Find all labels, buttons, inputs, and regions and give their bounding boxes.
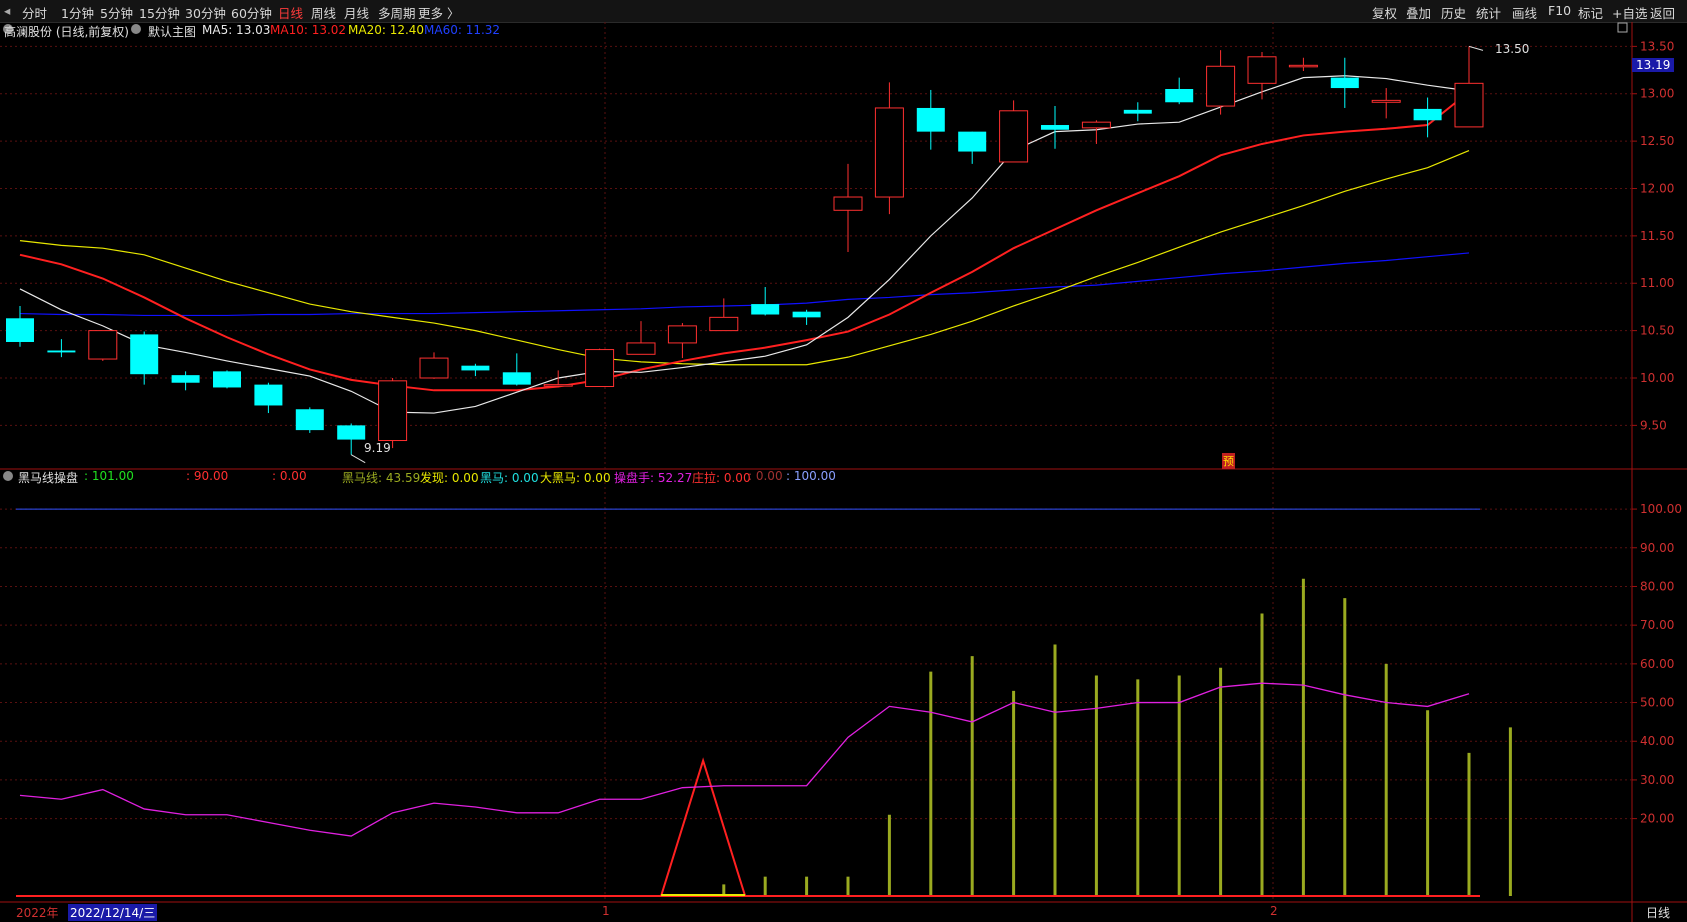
candle-body-down [502,372,531,385]
candle-body-up [626,342,656,355]
ma10-line [19,91,1470,392]
sub-v4: : 0.00 [748,469,783,483]
sub-collapse-icon [3,471,13,481]
heima-value: 黑马: 0.00 [480,471,539,485]
price-axis-label: 11.00 [1640,276,1674,290]
candle-body-down [461,365,490,371]
candle-body-down [751,304,780,315]
stock-label: 高澜股份 (日线,前复权) [4,25,129,39]
sub-v3: : 0.00 [272,469,307,483]
ma60-value: MA60: 11.32 [424,23,501,37]
caopanshou-value: 操盘手: 52.27 [614,471,693,485]
sub-panel-title[interactable]: 黑马线操盘 [18,469,78,486]
price-axis-label: 9.50 [1640,418,1667,432]
candle-body-down [337,425,366,440]
ma20-value: MA20: 12.40 [348,23,425,37]
sub-axis-label: 90.00 [1640,541,1674,555]
heima-line-value: 黑马线: 43.59 [342,471,421,485]
candle-body-down [6,318,34,342]
candle-body-down [213,371,241,388]
candle-body-down [254,384,283,406]
candle-body-up [1247,56,1277,84]
price-axis-label: 11.50 [1640,229,1674,243]
sub-v1: : 101.00 [84,469,134,483]
candle-body-down [130,334,159,375]
forecast-badge: 预 [1222,453,1235,469]
period-label: 日线 [1646,906,1671,920]
candle-body-down [47,350,76,353]
candle-body-up [874,107,904,198]
sub-axis-label: 100.00 [1640,502,1682,516]
candle-body-down [1165,89,1194,103]
month-label-2: 2 [1270,904,1278,918]
price-axis-label: 12.50 [1640,134,1674,148]
ma5-line [19,75,1470,414]
sub-axis-label: 70.00 [1640,618,1674,632]
ma10-value: MA10: 13.02 [270,23,347,37]
low-marker [350,454,366,464]
caopanshou-line [19,682,1470,837]
sub-axis-label: 30.00 [1640,773,1674,787]
sub-axis-label: 80.00 [1640,579,1674,593]
chart-canvas: 13.50 13.00 12.50 12.00 11.50 11.00 10.50 10.00… [0,22,1687,922]
month-label-1: 1 [602,904,610,918]
price-axis-label: 13.00 [1640,87,1674,101]
sub-v2: : 90.00 [186,469,229,483]
candle-body-up [543,384,573,387]
ma20-line [19,150,1470,366]
candle-body-up [1081,121,1111,129]
candle-body-up [419,357,449,379]
indicator-menu-icon [131,24,141,34]
candle-body-up [1288,64,1318,68]
candle-body-up [378,380,408,442]
low-annotation: 9.19 [364,441,391,455]
candle-body-up [1206,65,1236,107]
price-axis-label: 10.00 [1640,371,1674,385]
faxian-value: 发现: 0.00 [420,471,479,485]
candle-body-up [667,325,697,344]
price-axis-label: 10.50 [1640,324,1674,338]
price-axis-label: 13.50 [1640,39,1674,53]
candle-body-down [1123,109,1152,114]
high-annotation: 13.50 [1495,42,1530,56]
candle-body-down [792,311,821,318]
candle-body-down [958,131,987,152]
indicator-dropdown[interactable]: 默认主图 [148,23,196,40]
daheima-value: 大黑马: 0.00 [540,471,611,485]
candle-body-up [833,196,863,211]
sub-v5: : 100.00 [786,469,836,483]
panel-maximize-icon [1617,22,1628,33]
candle-body-up [709,316,739,332]
high-marker [1468,45,1484,51]
current-price-badge: 13.19 [1632,58,1675,72]
ma5-value: MA5: 13.03 [202,23,271,37]
candle-body-up [88,330,118,360]
sub-axis-label: 50.00 [1640,696,1674,710]
sub-axis-label: 40.00 [1640,734,1674,748]
candle-body-down [1413,108,1442,121]
faxian-triangle [660,757,747,897]
candle-body-up [999,110,1029,163]
zhuangla-value: 庄拉: 0.00 [692,471,751,485]
candle-body-up [1454,82,1484,128]
year-label: 2022年 [16,906,59,920]
candle-body-up [1371,99,1401,103]
candle-body-up [585,349,615,388]
candle-body-down [916,107,945,132]
candle-body-down [1041,125,1069,130]
price-axis-label: 12.00 [1640,181,1674,195]
candle-body-down [171,375,200,383]
candle-body-down [1330,77,1359,89]
cursor-date: 2022/12/14/三 [68,904,158,921]
sub-axis-label: 20.00 [1640,812,1674,826]
sub-axis-label: 60.00 [1640,657,1674,671]
candle-body-down [295,409,324,431]
